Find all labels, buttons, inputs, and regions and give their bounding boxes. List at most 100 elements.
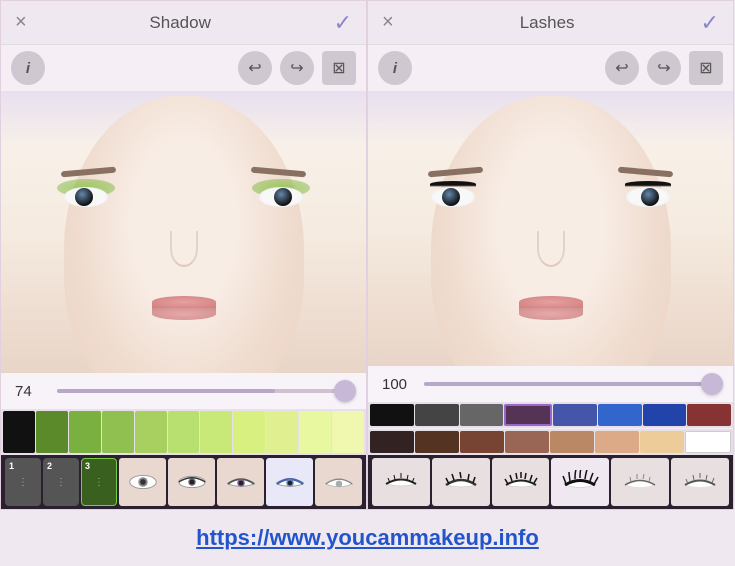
lashes-style-1[interactable] (372, 458, 430, 506)
shadow-slider-value: 74 (15, 383, 47, 400)
lashes-style-5[interactable] (611, 458, 669, 506)
shadow-redo-button[interactable]: ↪ (280, 51, 314, 85)
lashes-style-3[interactable] (492, 458, 550, 506)
lashes-swatch-r1-2[interactable] (415, 404, 459, 426)
lashes-swatch-r1-1[interactable] (370, 404, 414, 426)
lashes-slider-area: 100 (368, 366, 733, 402)
shadow-slider-track[interactable] (57, 389, 352, 393)
lip-lower-shadow (152, 308, 216, 320)
lashes-swatch-r2-7[interactable] (640, 431, 684, 453)
shadow-tool-3[interactable]: 3 ⋮ (81, 458, 117, 506)
lashes-info-button[interactable]: i (378, 51, 412, 85)
lashes-panel: × Lashes ✓ i ↩ ↪ ⊠ (367, 0, 734, 510)
lashes-style-svg-5 (621, 470, 659, 494)
shadow-confirm-button[interactable]: ✓ (334, 10, 352, 36)
lip-upper-shadow (152, 296, 216, 308)
lashes-style-6[interactable] (671, 458, 729, 506)
shadow-swatch-10[interactable] (299, 411, 331, 453)
lashes-swatch-r2-2[interactable] (415, 431, 459, 453)
shadow-swatch-9[interactable] (266, 411, 298, 453)
shadow-swatch-3[interactable] (69, 411, 101, 453)
shadow-face-area (1, 91, 366, 373)
lashes-slider-value: 100 (382, 376, 414, 393)
shadow-swatch-8[interactable] (233, 411, 265, 453)
shadow-tool-2[interactable]: 2 ⋮ (43, 458, 79, 506)
shadow-crop-button[interactable]: ⊠ (322, 51, 356, 85)
shadow-info-button[interactable]: i (11, 51, 45, 85)
lashes-swatch-r1-6[interactable] (598, 404, 642, 426)
shadow-swatch-6[interactable] (168, 411, 200, 453)
lashes-swatch-r1-3[interactable] (460, 404, 504, 426)
pupil-right-lashes (641, 188, 659, 206)
shadow-eye-tool-5[interactable] (315, 458, 362, 506)
lips-shadow (152, 296, 216, 318)
shadow-swatch-2[interactable] (36, 411, 68, 453)
shadow-eye-tool-2[interactable] (168, 458, 215, 506)
footer-link[interactable]: https://www.youcammakeup.info (196, 525, 539, 551)
lashes-slider-thumb[interactable] (701, 373, 723, 395)
lashes-bottom-tools (368, 455, 733, 509)
lashes-face-area (368, 91, 733, 366)
lashes-swatch-r1-8[interactable] (687, 404, 731, 426)
lashes-style-svg-1 (382, 470, 420, 494)
lashes-color-row1 (368, 402, 733, 428)
shadow-eye-tool-4[interactable] (266, 458, 313, 506)
lashes-title: Lashes (520, 13, 575, 33)
shadow-color-swatches (1, 409, 366, 455)
lashes-style-svg-6 (681, 470, 719, 494)
shadow-eye-tool-3[interactable] (217, 458, 264, 506)
lashes-swatch-r2-1[interactable] (370, 431, 414, 453)
shadow-slider-fill (57, 389, 275, 393)
shadow-bottom-tools: 1 ⋮ 2 ⋮ 3 ⋮ (1, 455, 366, 509)
lashes-crop-button[interactable]: ⊠ (689, 51, 723, 85)
lashes-toolbar: i ↩ ↪ ⊠ (368, 45, 733, 91)
shadow-slider-area: 74 (1, 373, 366, 409)
lashes-slider-fill (424, 382, 719, 386)
lashes-swatch-r2-5[interactable] (550, 431, 594, 453)
lashes-swatch-r2-4[interactable] (505, 431, 549, 453)
shadow-slider-thumb[interactable] (334, 380, 356, 402)
shadow-eye-tool-1[interactable] (119, 458, 166, 506)
lashes-swatch-r1-5[interactable] (553, 404, 597, 426)
pupil-right-shadow (274, 188, 292, 206)
shadow-tool-1[interactable]: 1 ⋮ (5, 458, 41, 506)
shadow-swatch-5[interactable] (135, 411, 167, 453)
shadow-eye-svg-2 (176, 471, 208, 493)
lashes-style-svg-4 (561, 470, 599, 494)
shadow-panel: × Shadow ✓ i ↩ ↪ ⊠ (0, 0, 367, 510)
shadow-swatch-11[interactable] (332, 411, 364, 453)
lashes-swatch-r2-6[interactable] (595, 431, 639, 453)
lashes-slider-track[interactable] (424, 382, 719, 386)
lashes-swatch-r1-7[interactable] (643, 404, 687, 426)
lashes-undo-button[interactable]: ↩ (605, 51, 639, 85)
lips-lashes (519, 296, 583, 318)
nose-shadow (170, 231, 198, 267)
lashes-color-row2 (368, 429, 733, 455)
shadow-eye-svg-3 (225, 471, 257, 493)
lashes-confirm-button[interactable]: ✓ (701, 10, 719, 36)
shadow-swatch-4[interactable] (102, 411, 134, 453)
lashes-face-photo (368, 91, 733, 366)
nose-lashes (537, 231, 565, 267)
shadow-toolbar: i ↩ ↪ ⊠ (1, 45, 366, 91)
shadow-header: × Shadow ✓ (1, 1, 366, 45)
shadow-undo-button[interactable]: ↩ (238, 51, 272, 85)
lashes-swatch-r2-8[interactable] (685, 431, 731, 453)
lashes-redo-button[interactable]: ↪ (647, 51, 681, 85)
pupil-left-lashes (442, 188, 460, 206)
pupil-left-shadow (75, 188, 93, 206)
lip-upper-lashes (519, 296, 583, 308)
lashes-style-svg-3 (502, 470, 540, 494)
lashes-close-button[interactable]: × (382, 11, 394, 34)
lashes-swatch-r1-4[interactable] (504, 404, 552, 426)
shadow-face-photo (1, 91, 366, 373)
shadow-close-button[interactable]: × (15, 11, 27, 34)
lashes-style-4[interactable] (551, 458, 609, 506)
footer: https://www.youcammakeup.info (0, 510, 735, 566)
lashes-swatch-r2-3[interactable] (460, 431, 504, 453)
lashes-style-svg-2 (442, 470, 480, 494)
shadow-eye-svg-5 (323, 471, 355, 493)
shadow-swatch-7[interactable] (200, 411, 232, 453)
lashes-style-2[interactable] (432, 458, 490, 506)
shadow-swatch-1[interactable] (3, 411, 35, 453)
